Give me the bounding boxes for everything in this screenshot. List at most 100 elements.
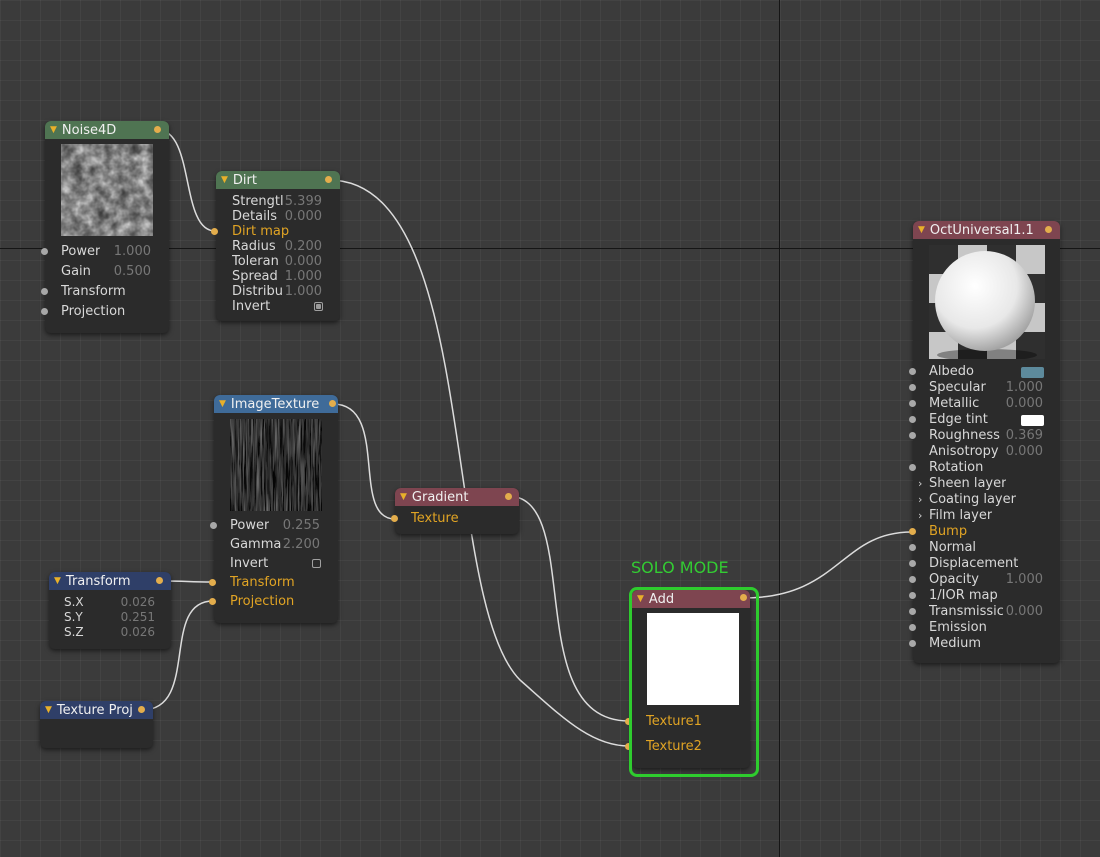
oct-albedo-pin[interactable] [909, 368, 916, 375]
oct-rotation-pin[interactable] [909, 464, 916, 471]
oct-normal-pin[interactable] [909, 544, 916, 551]
node-dirt[interactable]: ▼ Dirt Strengtl 5.399 Details 0.000 Dirt… [211, 171, 340, 321]
add-texture1-input-pin[interactable] [625, 718, 632, 725]
oct-emission-pin[interactable] [909, 624, 916, 631]
grid-axis-vertical [779, 0, 780, 857]
node-add[interactable]: ▼ Add Texture1 Texture2 [625, 590, 750, 768]
param-label: Transform [61, 284, 126, 299]
node-image-texture-header[interactable]: ▼ ImageTexture [214, 395, 338, 413]
oct-transmission-pin[interactable] [909, 608, 916, 615]
param-label: Texture2 [646, 739, 702, 754]
param-label: 1/IOR map [929, 588, 998, 603]
dirt-output-pin[interactable] [325, 176, 332, 183]
expand-chevron-icon[interactable]: › [918, 477, 922, 490]
param-value[interactable]: 0.000 [1003, 444, 1043, 459]
gradient-output-pin[interactable] [505, 493, 512, 500]
noise4d-projection-pin[interactable] [41, 308, 48, 315]
param-value[interactable]: 1.000 [113, 244, 151, 259]
image-texture-projection-pin[interactable] [209, 598, 216, 605]
add-texture2-input-pin[interactable] [625, 743, 632, 750]
collapse-triangle-icon[interactable]: ▼ [45, 705, 52, 715]
param-label: Bump [929, 524, 968, 539]
albedo-color-swatch[interactable] [1021, 367, 1044, 378]
image-texture-power-pin[interactable] [210, 522, 217, 529]
param-value[interactable]: 0.000 [1003, 396, 1043, 411]
param-value[interactable]: 0.000 [284, 209, 322, 224]
collapse-triangle-icon[interactable]: ▼ [219, 399, 226, 409]
oct-displacement-pin[interactable] [909, 560, 916, 567]
param-value[interactable]: 1.000 [1003, 380, 1043, 395]
collapse-triangle-icon[interactable]: ▼ [918, 225, 925, 235]
node-texture-projection[interactable]: ▼ Texture Proj [40, 701, 153, 748]
param-label: Gamma [230, 537, 282, 552]
collapse-triangle-icon[interactable]: ▼ [637, 594, 644, 604]
param-label: S.Y [64, 610, 83, 624]
param-value[interactable]: 0.026 [115, 625, 155, 639]
gradient-texture-input-pin[interactable] [391, 515, 398, 522]
node-dirt-header[interactable]: ▼ Dirt [216, 171, 340, 189]
node-oct-universal[interactable]: ▼ OctUniversal1.1 Albedo Specular 1.000 … [909, 221, 1060, 663]
param-value[interactable]: 0.251 [115, 610, 155, 624]
add-output-pin[interactable] [740, 594, 747, 601]
node-gradient-header[interactable]: ▼ Gradient [395, 488, 519, 506]
node-image-texture[interactable]: ▼ ImageTexture Power 0.255 Gamma 2.200 I… [209, 395, 338, 623]
wire-dirt-to-add-texture2 [328, 179, 630, 747]
node-noise4d-header[interactable]: ▼ Noise4D [45, 121, 169, 139]
texture-projection-output-pin[interactable] [138, 706, 145, 713]
image-texture-transform-pin[interactable] [209, 579, 216, 586]
param-value[interactable]: 0.200 [284, 239, 322, 254]
param-value[interactable]: 5.399 [284, 194, 322, 209]
param-label: Displacement [929, 556, 1019, 571]
wire-add-to-octuniversal-bump [742, 531, 913, 599]
oct-edge-tint-pin[interactable] [909, 416, 916, 423]
dirt-invert-checkbox[interactable] [314, 302, 323, 311]
collapse-triangle-icon[interactable]: ▼ [50, 125, 57, 135]
collapse-triangle-icon[interactable]: ▼ [221, 175, 228, 185]
edge-tint-color-swatch[interactable] [1021, 415, 1044, 426]
image-texture-output-pin[interactable] [329, 400, 336, 407]
transform-output-pin[interactable] [156, 577, 163, 584]
oct-bump-input-pin[interactable] [909, 528, 916, 535]
oct-metallic-pin[interactable] [909, 400, 916, 407]
dirt-map-input-pin[interactable] [211, 228, 218, 235]
param-value[interactable]: 0.500 [113, 264, 151, 279]
node-transform[interactable]: ▼ Transform S.X 0.026 S.Y 0.251 S.Z 0.02… [49, 572, 171, 649]
param-value[interactable]: 0.369 [1003, 428, 1043, 443]
oct-ior-map-pin[interactable] [909, 592, 916, 599]
noise4d-power-pin[interactable] [41, 248, 48, 255]
oct-medium-pin[interactable] [909, 640, 916, 647]
image-texture-preview [230, 419, 322, 511]
expand-chevron-icon[interactable]: › [918, 509, 922, 522]
expand-chevron-icon[interactable]: › [918, 493, 922, 506]
param-value[interactable]: 0.026 [115, 595, 155, 609]
node-noise4d[interactable]: ▼ Noise4D Power 1.000 Gain 0.500 Transfo… [41, 121, 169, 333]
node-gradient[interactable]: ▼ Gradient Texture [391, 488, 519, 534]
param-label: Medium [929, 636, 981, 651]
noise4d-output-pin[interactable] [154, 126, 161, 133]
oct-opacity-pin[interactable] [909, 576, 916, 583]
image-texture-invert-checkbox[interactable] [312, 559, 321, 568]
oct-specular-pin[interactable] [909, 384, 916, 391]
oct-roughness-pin[interactable] [909, 432, 916, 439]
param-label: Transform [230, 575, 295, 590]
param-value[interactable]: 0.000 [284, 254, 322, 269]
param-value[interactable]: 0.000 [1003, 604, 1043, 619]
param-value[interactable]: 2.200 [282, 537, 320, 552]
param-value[interactable]: 1.000 [284, 284, 322, 299]
param-value[interactable]: 1.000 [284, 269, 322, 284]
collapse-triangle-icon[interactable]: ▼ [400, 492, 407, 502]
param-label: Toleran [232, 254, 279, 269]
oct-universal-output-pin[interactable] [1045, 226, 1052, 233]
node-noise4d-title: Noise4D [61, 122, 117, 138]
param-label: S.Z [64, 625, 84, 639]
param-value[interactable]: 1.000 [1003, 572, 1043, 587]
noise4d-transform-pin[interactable] [41, 288, 48, 295]
collapse-triangle-icon[interactable]: ▼ [54, 576, 61, 586]
node-add-header[interactable]: ▼ Add [632, 590, 750, 608]
param-label: Radius [232, 239, 276, 254]
param-value[interactable]: 0.255 [282, 518, 320, 533]
node-transform-header[interactable]: ▼ Transform [49, 572, 171, 590]
node-oct-universal-title: OctUniversal1.1 [929, 222, 1034, 238]
node-texture-projection-header[interactable]: ▼ Texture Proj [40, 701, 153, 719]
node-oct-universal-header[interactable]: ▼ OctUniversal1.1 [913, 221, 1060, 239]
